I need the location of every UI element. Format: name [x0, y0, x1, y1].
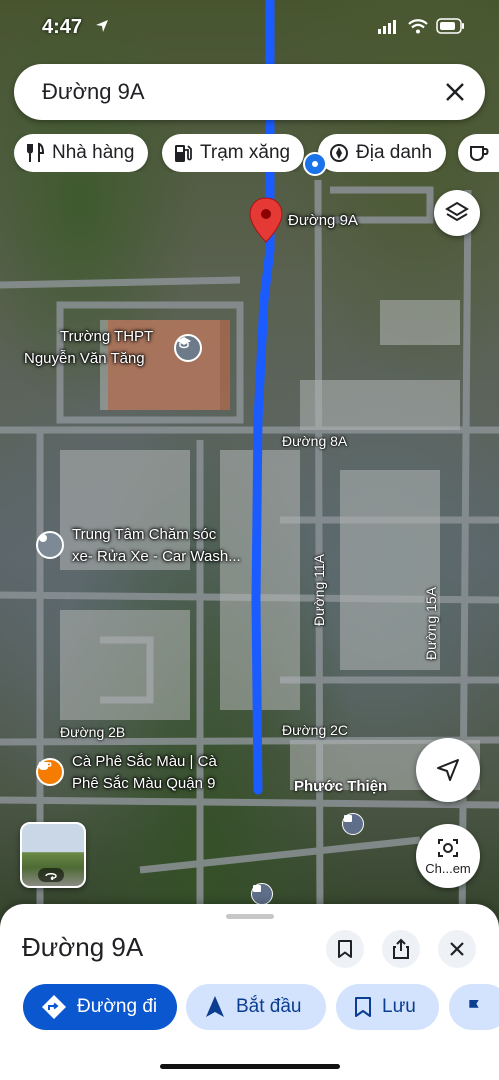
search-query[interactable]: Đường 9A — [42, 79, 145, 105]
street-view-button[interactable]: Ch...em — [416, 824, 480, 888]
navigation-arrow-icon — [437, 759, 459, 781]
place-title: Đường 9A — [22, 932, 144, 962]
chip-cafe[interactable] — [458, 134, 499, 172]
street-view-label: Ch...em — [425, 860, 471, 876]
coffee-icon — [470, 146, 489, 162]
flag-icon — [469, 1000, 479, 1015]
chip-landmarks[interactable]: Địa danh — [318, 134, 447, 172]
landmark-icon — [330, 144, 348, 162]
school-label-line2[interactable]: Nguyễn Văn Tăng — [24, 348, 145, 369]
road-label-8a: Đường 8A — [282, 433, 348, 449]
location-arrow-icon — [96, 20, 108, 32]
close-icon[interactable] — [441, 78, 469, 106]
carwash-label-line1[interactable]: Trung Tâm Chăm sóc — [72, 524, 216, 545]
bus-stop-icon[interactable] — [251, 883, 273, 905]
school-label-line1[interactable]: Trường THPT — [60, 326, 153, 347]
label-button[interactable] — [449, 984, 499, 1030]
start-button[interactable]: Bắt đầu — [186, 984, 326, 1030]
chip-label: Địa danh — [356, 142, 433, 163]
save-button[interactable]: Lưu — [336, 984, 439, 1030]
transit-icon[interactable] — [303, 152, 327, 176]
cafe-icon[interactable] — [36, 758, 64, 786]
cafe-label-line1[interactable]: Cà Phê Sắc Màu | Cà — [72, 751, 217, 772]
fork-knife-icon — [27, 142, 45, 162]
chip-label: Trạm xăng — [200, 142, 291, 163]
selected-pin-label: Đường 9A — [288, 212, 358, 229]
share-button[interactable] — [382, 930, 420, 968]
place-sheet[interactable]: Đường 9A Đường đi Bắt đầu Lưu — [0, 904, 499, 1080]
bookmark-icon — [338, 940, 352, 958]
close-icon — [450, 942, 464, 956]
bookmark-icon — [355, 997, 371, 1017]
road-label-2b: Đường 2B — [60, 724, 126, 740]
wifi-icon — [408, 19, 428, 34]
bus-stop-icon[interactable] — [342, 813, 364, 835]
layers-icon — [445, 201, 469, 222]
bookmark-button[interactable] — [326, 930, 364, 968]
road-label-2c: Đường 2C — [282, 722, 349, 738]
sheet-grabber[interactable] — [226, 914, 274, 919]
chip-gas-stations[interactable]: Trạm xăng — [162, 134, 305, 172]
directions-button[interactable]: Đường đi — [23, 984, 177, 1030]
place-pin-icon[interactable] — [36, 531, 64, 559]
close-sheet-button[interactable] — [438, 930, 476, 968]
area-label: Phước Thiện — [294, 778, 388, 795]
selected-location-pin — [249, 197, 283, 243]
save-label: Lưu — [382, 996, 416, 1017]
street-view-icon — [438, 838, 458, 857]
directions-icon — [42, 995, 66, 1019]
chip-label: Nhà hàng — [52, 142, 135, 163]
gas-pump-icon — [175, 145, 192, 162]
directions-label: Đường đi — [77, 996, 158, 1017]
street-view-thumbnail[interactable] — [20, 822, 86, 888]
chip-restaurants[interactable]: Nhà hàng — [14, 134, 149, 172]
navigation-arrow-icon — [206, 996, 224, 1017]
start-label: Bắt đầu — [236, 996, 302, 1017]
home-indicator — [160, 1064, 340, 1069]
battery-icon — [436, 18, 464, 34]
search-bar[interactable]: Đường 9A — [14, 64, 485, 120]
layers-button[interactable] — [434, 190, 480, 236]
status-bar: 4:47 — [0, 0, 499, 52]
cafe-label-line2[interactable]: Phê Sắc Màu Quận 9 — [72, 773, 215, 794]
signal-icon — [378, 20, 396, 34]
road-label-11a: Đường 11A — [311, 554, 327, 626]
share-icon — [393, 938, 409, 959]
school-icon[interactable] — [174, 334, 202, 362]
category-chips: Nhà hàng Trạm xăng Địa danh — [14, 134, 499, 172]
road-label-15a: Đường 15A — [423, 586, 439, 660]
my-location-button[interactable] — [416, 738, 480, 802]
carwash-label-line2[interactable]: xe- Rửa Xe - Car Wash... — [72, 546, 241, 567]
status-time: 4:47 — [42, 16, 83, 38]
rotate-360-icon — [38, 868, 64, 882]
